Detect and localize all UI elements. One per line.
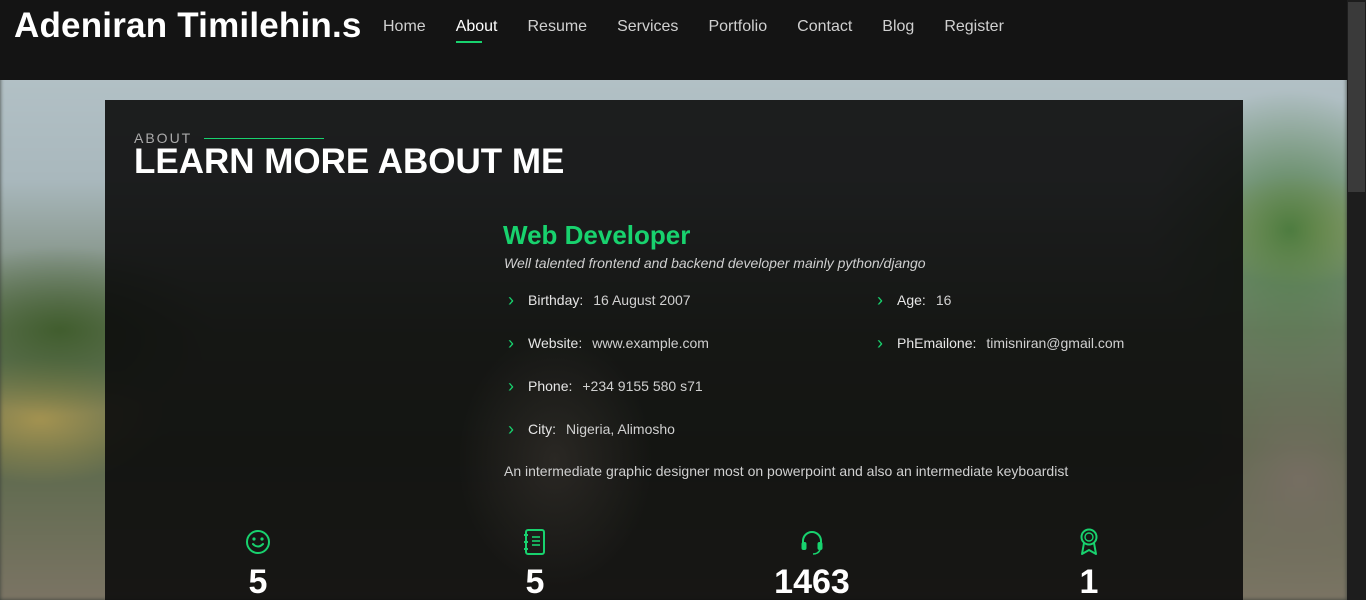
journal-icon <box>475 527 595 557</box>
nav-blog[interactable]: Blog <box>882 18 914 42</box>
stat-value: 1463 <box>774 563 850 600</box>
detail-website: › Website: www.example.com <box>508 333 709 353</box>
detail-label: Website: <box>528 335 583 351</box>
detail-birthday: › Birthday: 16 August 2007 <box>508 290 691 310</box>
nav-portfolio[interactable]: Portfolio <box>708 18 767 42</box>
nav-services[interactable]: Services <box>617 18 678 42</box>
detail-value: 16 August 2007 <box>593 292 691 308</box>
nav-about[interactable]: About <box>455 18 498 43</box>
about-panel: ABOUT LEARN MORE ABOUT ME Web Developer … <box>105 100 1243 600</box>
detail-age: › Age: 16 <box>877 290 952 310</box>
stat-clients: 5 <box>198 527 318 600</box>
stat-value: 5 <box>525 563 545 600</box>
detail-value: www.example.com <box>592 335 709 351</box>
detail-label: Phone: <box>528 378 573 394</box>
detail-city: › City: Nigeria, Alimosho <box>508 419 675 439</box>
chevron-right-icon: › <box>508 333 514 353</box>
site-logo[interactable]: Adeniran Timilehin.s <box>14 6 362 46</box>
detail-value: Nigeria, Alimosho <box>566 421 675 437</box>
main-nav: Home About Resume Services Portfolio Con… <box>383 18 1034 43</box>
detail-label: Age: <box>897 292 926 308</box>
chevron-right-icon: › <box>508 290 514 310</box>
scrollbar-thumb[interactable] <box>1348 2 1365 192</box>
stat-value: 1 <box>1079 563 1099 600</box>
role-heading: Web Developer <box>503 220 691 250</box>
site-header: Adeniran Timilehin.s Home About Resume S… <box>0 0 1347 80</box>
section-title: LEARN MORE ABOUT ME <box>134 142 565 181</box>
detail-label: City: <box>528 421 556 437</box>
detail-label: PhEmailone: <box>897 335 977 351</box>
nav-contact[interactable]: Contact <box>797 18 852 42</box>
nav-resume[interactable]: Resume <box>528 18 588 42</box>
smiley-icon <box>198 527 318 557</box>
chevron-right-icon: › <box>877 333 883 353</box>
chevron-right-icon: › <box>508 376 514 396</box>
about-description: An intermediate graphic designer most on… <box>504 463 1069 479</box>
detail-value: +234 9155 580 s71 <box>582 378 703 394</box>
detail-label: Birthday: <box>528 292 584 308</box>
stat-value: 5 <box>248 563 268 600</box>
nav-home[interactable]: Home <box>383 18 426 42</box>
stat-hours-support: 1463 <box>752 527 872 600</box>
subtitle-divider <box>204 137 325 139</box>
role-tagline: Well talented frontend and backend devel… <box>504 255 926 271</box>
chevron-right-icon: › <box>877 290 883 310</box>
stat-projects: 5 <box>475 527 595 600</box>
detail-value: timisniran@gmail.com <box>986 335 1125 351</box>
award-icon <box>1029 527 1149 557</box>
stat-awards: 1 <box>1029 527 1149 600</box>
page-scrollbar[interactable] <box>1347 0 1366 600</box>
nav-register[interactable]: Register <box>944 18 1004 42</box>
headset-icon <box>752 527 872 557</box>
detail-email: › PhEmailone: timisniran@gmail.com <box>877 333 1125 353</box>
detail-phone: › Phone: +234 9155 580 s71 <box>508 376 703 396</box>
chevron-right-icon: › <box>508 419 514 439</box>
detail-value: 16 <box>935 292 952 308</box>
